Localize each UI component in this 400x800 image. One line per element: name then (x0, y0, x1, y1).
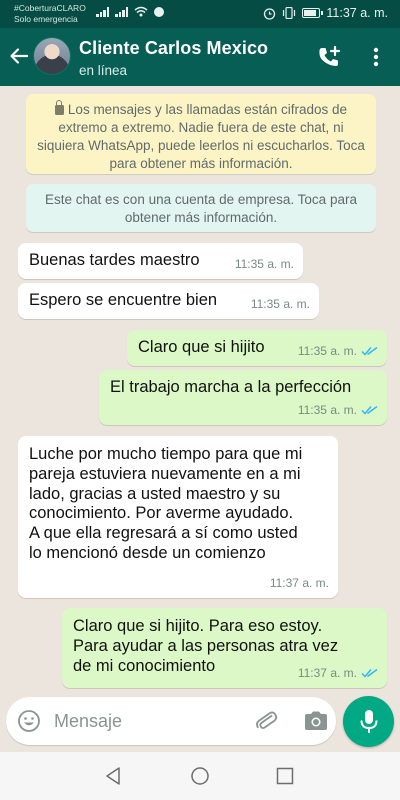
system-nav-bar (0, 752, 400, 800)
message-meta: 11:35 a. m. (298, 401, 378, 421)
carrier-name: #CoberturaCLARO (14, 3, 86, 13)
status-icons-right: 11:37 a. m. (263, 6, 388, 20)
message-input[interactable]: Mensaje (54, 711, 122, 732)
message-text: Luche por mucho tiempo para que mi parej… (29, 445, 303, 562)
mic-icon (360, 710, 378, 733)
message-time: 11:35 a. m. (234, 256, 294, 271)
message-time: 11:35 a. m. (297, 343, 357, 358)
message-meta: 11:35 a. m. (235, 255, 294, 275)
encryption-text: Los mensajes y las llamadas están cifrad… (37, 102, 365, 171)
nav-back-icon[interactable] (103, 766, 123, 786)
message-time: 11:35 a. m. (297, 402, 357, 417)
more-vert-icon[interactable] (366, 45, 386, 69)
message-time: 11:37 a. m. (297, 665, 357, 680)
arrow-back-icon[interactable] (8, 45, 30, 67)
carrier-status: Solo emergencia (14, 14, 78, 24)
lock-icon (54, 100, 64, 115)
status-icons-left (96, 6, 164, 17)
wifi-icon (134, 6, 148, 17)
message-input-bar[interactable]: Mensaje (6, 697, 336, 745)
avatar[interactable] (33, 37, 71, 75)
message-text: Buenas tardes maestro (29, 251, 200, 269)
message-bubble-incoming[interactable]: Luche por mucho tiempo para que mi parej… (18, 436, 338, 598)
vibrate-icon (283, 7, 296, 19)
attach-icon[interactable] (254, 709, 278, 733)
contact-status: en línea (79, 63, 128, 78)
carrier-info: #CoberturaCLARO Solo emergencia (14, 3, 86, 25)
read-ticks-icon (361, 669, 378, 678)
message-bubble-outgoing[interactable]: Claro que si hijito 11:35 a. m. (127, 330, 387, 366)
message-text: El trabajo marcha a la perfección (110, 378, 352, 396)
battery-icon (302, 8, 324, 18)
contact-name[interactable]: Cliente Carlos Mexico (79, 38, 268, 59)
message-text: Claro que si hijito (138, 338, 265, 356)
message-meta: 11:35 a. m. (298, 342, 378, 362)
business-notice[interactable]: Este chat es con una cuenta de empresa. … (26, 184, 376, 232)
message-bubble-outgoing[interactable]: Claro que si hijito. Para eso estoy. Par… (62, 608, 387, 688)
message-meta: 11:37 a. m. (298, 664, 378, 684)
voice-message-button[interactable] (343, 696, 394, 747)
clock: 11:37 a. m. (326, 6, 388, 20)
signal-icon (96, 7, 109, 17)
encryption-notice[interactable]: Los mensajes y las llamadas están cifrad… (26, 94, 376, 174)
notification-icon (154, 7, 164, 17)
nav-recents-icon[interactable] (276, 767, 294, 785)
nav-home-icon[interactable] (190, 766, 210, 786)
chat-header: Cliente Carlos Mexico en línea (0, 28, 400, 86)
message-meta: 11:37 a. m. (270, 574, 329, 594)
emoji-icon[interactable] (17, 709, 41, 733)
message-meta: 11:35 a. m. (251, 295, 310, 315)
business-text: Este chat es con una cuenta de empresa. … (45, 192, 357, 225)
message-time: 11:37 a. m. (269, 575, 329, 590)
message-bubble-incoming[interactable]: Buenas tardes maestro 11:35 a. m. (18, 243, 303, 279)
status-bar: #CoberturaCLARO Solo emergencia 11:37 a.… (0, 0, 400, 28)
add-call-icon[interactable] (316, 45, 342, 71)
signal-icon-2 (115, 7, 128, 17)
chat-area[interactable]: Los mensajes y las llamadas están cifrad… (0, 86, 400, 692)
message-bubble-incoming[interactable]: Espero se encuentre bien 11:35 a. m. (18, 283, 319, 319)
message-bubble-outgoing[interactable]: El trabajo marcha a la perfección 11:35 … (99, 370, 387, 425)
alarm-icon (264, 7, 276, 20)
read-ticks-icon (361, 406, 378, 415)
message-text: Espero se encuentre bien (29, 291, 218, 309)
read-ticks-icon (361, 347, 378, 356)
message-time: 11:35 a. m. (250, 296, 310, 311)
camera-icon[interactable] (303, 710, 329, 732)
